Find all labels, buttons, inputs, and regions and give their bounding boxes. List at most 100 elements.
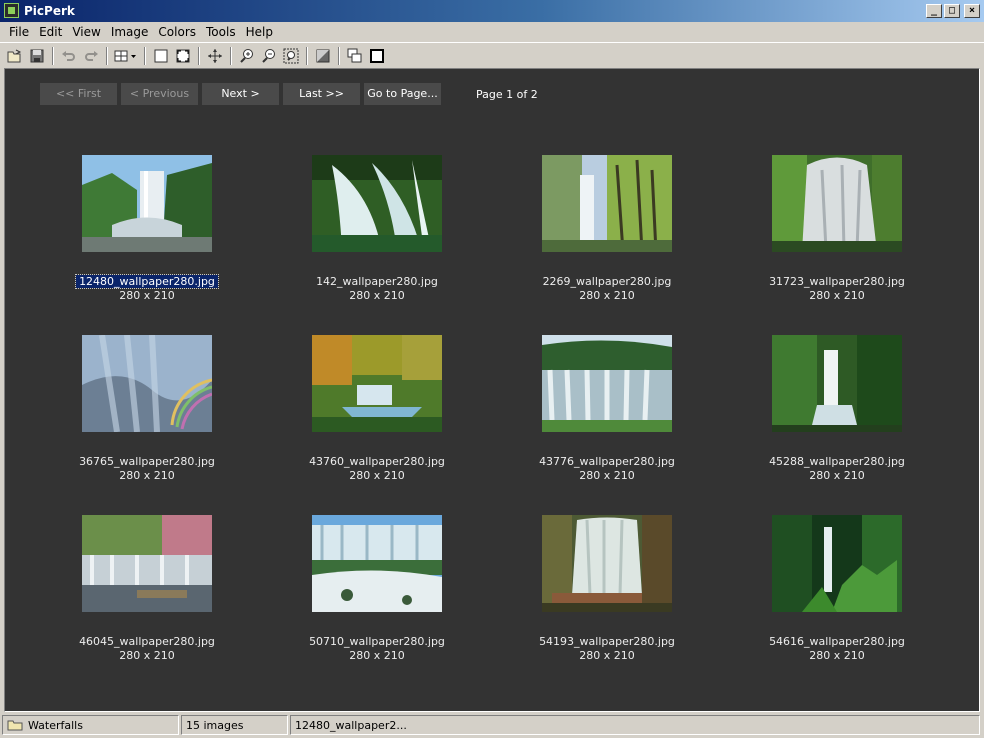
thumbnail-dimensions: 280 x 210 (579, 469, 635, 482)
thumbnail-dimensions: 280 x 210 (119, 649, 175, 662)
thumbnail-filename: 46045_wallpaper280.jpg (79, 635, 215, 648)
save-icon[interactable] (26, 45, 48, 67)
thumbnail-filename: 50710_wallpaper280.jpg (309, 635, 445, 648)
thumbnail-item[interactable]: 45288_wallpaper280.jpg 280 x 210 (747, 335, 927, 485)
adjust-image-icon[interactable] (312, 45, 334, 67)
thumbnail-image (772, 335, 902, 432)
thumbnail-item[interactable]: 142_wallpaper280.jpg 280 x 210 (287, 155, 467, 305)
toolbar-separator (338, 46, 340, 65)
thumbnail-image (772, 515, 902, 612)
redo-icon[interactable] (80, 45, 102, 67)
close-button[interactable]: × (964, 4, 980, 18)
page-indicator: Page 1 of 2 (476, 88, 538, 101)
thumbnail-browser: << First < Previous Next > Last >> Go to… (4, 68, 980, 712)
thumbnail-item[interactable]: 54616_wallpaper280.jpg 280 x 210 (747, 515, 927, 665)
toolbar-separator (306, 46, 308, 65)
thumbnail-filename: 12480_wallpaper280.jpg (75, 274, 219, 289)
thumbnail-image (542, 155, 672, 252)
toolbar-separator (198, 46, 200, 65)
thumbnail-dimensions: 280 x 210 (809, 289, 865, 302)
view-mode-icon[interactable] (112, 45, 140, 67)
status-count-panel: 15 images (181, 715, 288, 735)
move-icon[interactable] (204, 45, 226, 67)
thumbnail-item[interactable]: 36765_wallpaper280.jpg 280 x 210 (57, 335, 237, 485)
thumbnail-filename: 45288_wallpaper280.jpg (769, 455, 905, 468)
next-page-button[interactable]: Next > (202, 83, 279, 105)
last-page-button[interactable]: Last >> (283, 83, 360, 105)
fullscreen-icon[interactable] (366, 45, 388, 67)
first-page-button[interactable]: << First (40, 83, 117, 105)
thumbnail-filename: 43760_wallpaper280.jpg (309, 455, 445, 468)
thumbnail-image (82, 155, 212, 252)
thumbnail-image (312, 335, 442, 432)
slideshow-icon[interactable] (344, 45, 366, 67)
menu-edit[interactable]: Edit (34, 23, 67, 41)
actual-size-icon[interactable] (150, 45, 172, 67)
open-folder-icon[interactable] (4, 45, 26, 67)
thumbnail-filename: 2269_wallpaper280.jpg (542, 275, 672, 288)
zoom-fit-icon[interactable] (280, 45, 302, 67)
menu-help[interactable]: Help (241, 23, 278, 41)
thumbnail-image (772, 155, 902, 252)
thumbnail-filename: 54616_wallpaper280.jpg (769, 635, 905, 648)
status-folder: Waterfalls (28, 718, 83, 732)
thumbnail-item[interactable]: 31723_wallpaper280.jpg 280 x 210 (747, 155, 927, 305)
thumbnail-dimensions: 280 x 210 (349, 649, 405, 662)
status-image-count: 15 images (186, 718, 244, 732)
thumbnail-dimensions: 280 x 210 (579, 649, 635, 662)
menu-colors[interactable]: Colors (153, 23, 201, 41)
thumbnail-dimensions: 280 x 210 (809, 649, 865, 662)
thumbnail-image (82, 515, 212, 612)
thumbnail-filename: 54193_wallpaper280.jpg (539, 635, 675, 648)
menu-tools[interactable]: Tools (201, 23, 241, 41)
thumbnail-item[interactable]: 43760_wallpaper280.jpg 280 x 210 (287, 335, 467, 485)
thumbnail-dimensions: 280 x 210 (809, 469, 865, 482)
thumbnail-filename: 43776_wallpaper280.jpg (539, 455, 675, 468)
window-controls: _ □ × (926, 4, 980, 18)
thumbnail-image (542, 335, 672, 432)
thumbnail-image (542, 515, 672, 612)
window-title: PicPerk (24, 4, 75, 18)
thumbnail-item[interactable]: 54193_wallpaper280.jpg 280 x 210 (517, 515, 697, 665)
menu-file[interactable]: File (4, 23, 34, 41)
toolbar-separator (144, 46, 146, 65)
status-current-panel: 12480_wallpaper2... (290, 715, 980, 735)
folder-icon (7, 719, 23, 731)
thumbnail-dimensions: 280 x 210 (119, 289, 175, 302)
thumbnail-item[interactable]: 12480_wallpaper280.jpg 280 x 210 (57, 155, 237, 305)
thumbnail-dimensions: 280 x 210 (579, 289, 635, 302)
thumbnail-item[interactable]: 50710_wallpaper280.jpg 280 x 210 (287, 515, 467, 665)
thumbnail-dimensions: 280 x 210 (349, 289, 405, 302)
status-current-file: 12480_wallpaper2... (295, 718, 407, 732)
goto-page-button[interactable]: Go to Page... (364, 83, 441, 105)
menu-image[interactable]: Image (106, 23, 154, 41)
thumbnail-image (312, 515, 442, 612)
status-bar: Waterfalls 15 images 12480_wallpaper2... (0, 713, 984, 738)
thumbnail-dimensions: 280 x 210 (349, 469, 405, 482)
fit-window-icon[interactable] (172, 45, 194, 67)
thumbnail-filename: 142_wallpaper280.jpg (316, 275, 438, 288)
app-icon (4, 3, 19, 18)
toolbar-separator (230, 46, 232, 65)
thumbnail-image (82, 335, 212, 432)
menu-bar: File Edit View Image Colors Tools Help (0, 22, 984, 42)
zoom-out-icon[interactable] (258, 45, 280, 67)
title-bar: PicPerk _ □ × (0, 0, 984, 22)
toolbar-separator (52, 46, 54, 65)
toolbar (0, 42, 984, 68)
thumbnail-filename: 31723_wallpaper280.jpg (769, 275, 905, 288)
zoom-in-icon[interactable] (236, 45, 258, 67)
thumbnail-image (312, 155, 442, 252)
previous-page-button[interactable]: < Previous (121, 83, 198, 105)
thumbnail-dimensions: 280 x 210 (119, 469, 175, 482)
thumbnail-item[interactable]: 2269_wallpaper280.jpg 280 x 210 (517, 155, 697, 305)
thumbnail-filename: 36765_wallpaper280.jpg (79, 455, 215, 468)
thumbnail-item[interactable]: 43776_wallpaper280.jpg 280 x 210 (517, 335, 697, 485)
undo-icon[interactable] (58, 45, 80, 67)
thumbnail-item[interactable]: 46045_wallpaper280.jpg 280 x 210 (57, 515, 237, 665)
toolbar-separator (106, 46, 108, 65)
maximize-button[interactable]: □ (944, 4, 960, 18)
menu-view[interactable]: View (67, 23, 105, 41)
status-folder-panel: Waterfalls (2, 715, 179, 735)
minimize-button[interactable]: _ (926, 4, 942, 18)
